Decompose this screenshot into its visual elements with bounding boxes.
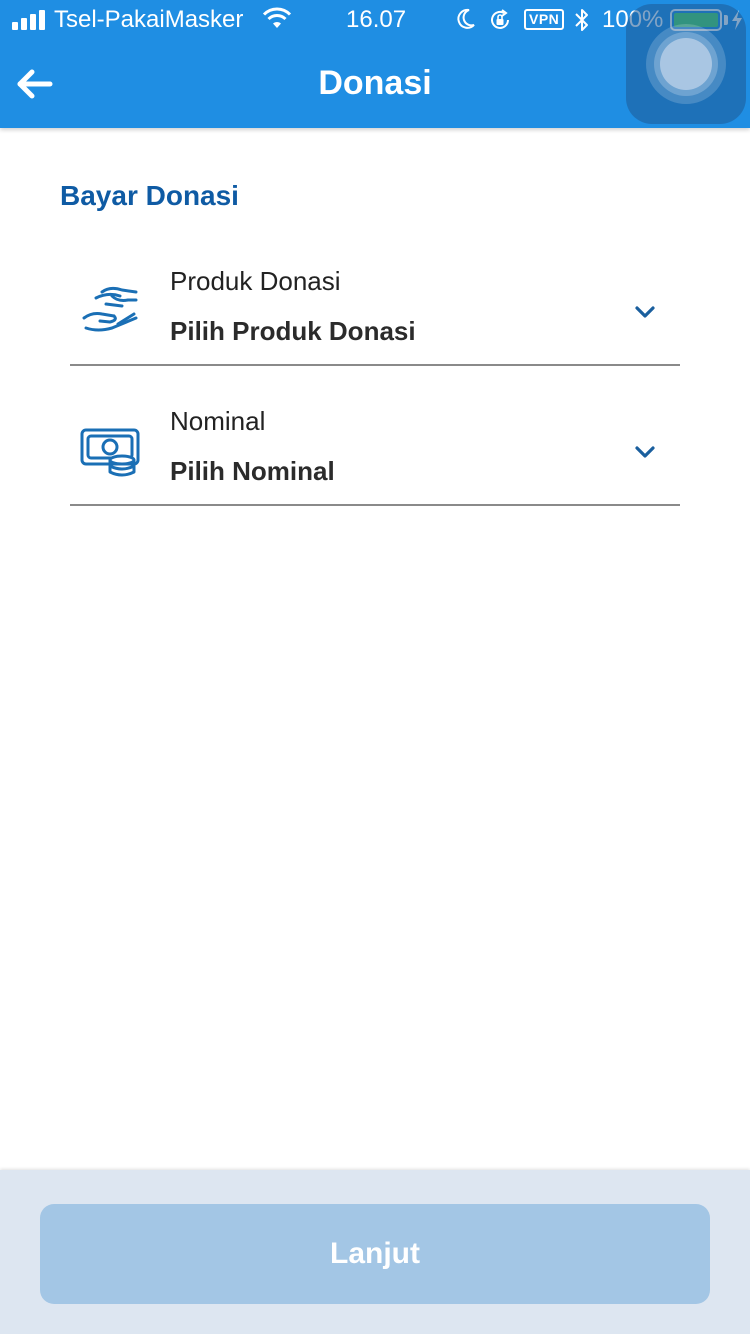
lanjut-button[interactable]: Lanjut (40, 1204, 710, 1304)
carrier-name: Tsel-PakaiMasker (54, 6, 244, 33)
field-label: Nominal (170, 406, 266, 436)
rotation-lock-icon (491, 9, 509, 29)
money-coins-icon (80, 428, 140, 477)
wifi-icon (262, 7, 292, 28)
chevron-down-icon (635, 306, 655, 318)
donation-hand-icon (82, 286, 138, 332)
bluetooth-icon (575, 9, 588, 31)
clock: 16.07 (346, 6, 407, 33)
footer-action-bar: Lanjut (0, 1170, 750, 1334)
field-value: Pilih Nominal (170, 456, 335, 486)
donation-screen: Tsel-PakaiMasker 16.07 VPN 100% (0, 0, 750, 1334)
field-label: Produk Donasi (170, 266, 341, 296)
nominal-dropdown[interactable]: Nominal Pilih Nominal (70, 386, 680, 506)
assistive-touch-button[interactable] (626, 4, 746, 124)
vpn-badge: VPN (524, 9, 565, 30)
section-title: Bayar Donasi (60, 180, 239, 211)
field-value: Pilih Produk Donasi (170, 316, 416, 346)
chevron-down-icon (635, 446, 655, 458)
produk-donasi-dropdown[interactable]: Produk Donasi Pilih Produk Donasi (70, 246, 680, 366)
moon-icon (457, 8, 475, 29)
signal-bars-icon (12, 10, 48, 30)
